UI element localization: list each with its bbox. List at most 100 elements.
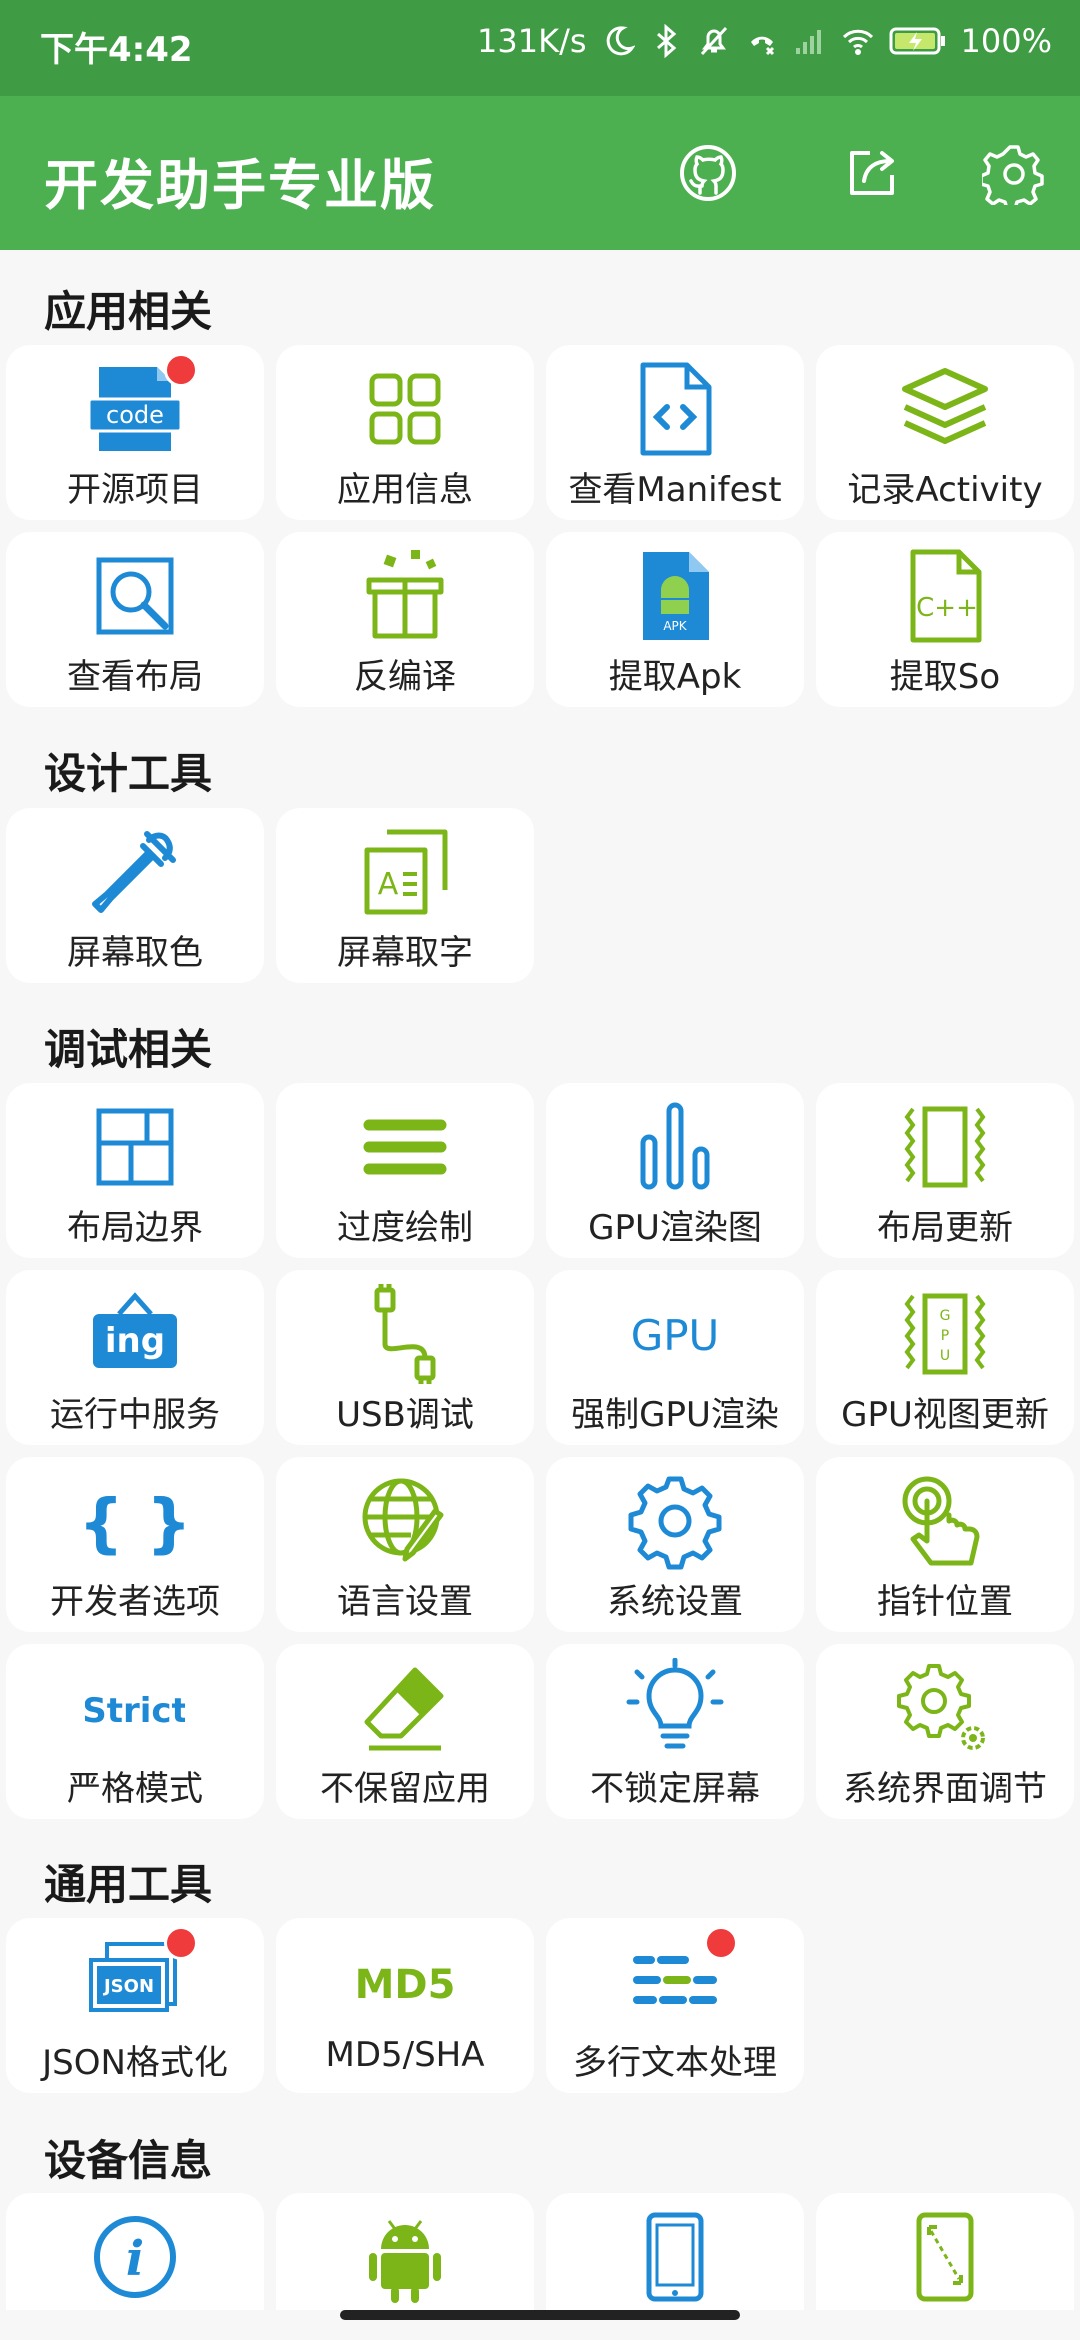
section-title-app: 应用相关	[44, 287, 213, 336]
tile-extract-apk[interactable]: APK 提取Apk	[546, 532, 804, 707]
bar-graph-icon	[640, 1102, 710, 1190]
tile-label: USB调试	[336, 1395, 474, 1435]
tile-label: 不保留应用	[320, 1769, 490, 1809]
home-indicator[interactable]	[340, 2310, 740, 2320]
tile-app-info[interactable]: 应用信息	[276, 345, 534, 520]
gpu-text-icon: GPU	[631, 1311, 720, 1360]
tile-stay-awake[interactable]: 不锁定屏幕	[546, 1644, 804, 1819]
tile-overdraw[interactable]: 过度绘制	[276, 1083, 534, 1258]
tile-screen-info[interactable]	[816, 2193, 1074, 2310]
tile-view-manifest[interactable]: 查看Manifest	[546, 345, 804, 520]
tile-text-capture[interactable]: A 屏幕取字	[276, 808, 534, 983]
tile-device-info[interactable]: i	[6, 2193, 264, 2310]
json-text: JSON	[102, 1976, 154, 1997]
tile-label: 记录Activity	[847, 470, 1043, 510]
tile-color-picker[interactable]: 屏幕取色	[6, 808, 264, 983]
svg-text:U: U	[940, 1348, 950, 1364]
tile-label: 屏幕取色	[67, 933, 203, 973]
svg-text:P: P	[941, 1328, 949, 1344]
md5-text-icon: MD5	[355, 1962, 455, 2008]
tile-multiline-text[interactable]: 多行文本处理	[546, 1918, 804, 2093]
bell-off-icon	[700, 26, 727, 56]
box-icon	[366, 550, 444, 639]
tile-label: 系统界面调节	[843, 1769, 1047, 1809]
gpu-update-icon: GPU	[904, 1293, 986, 1375]
section-title-device: 设备信息	[44, 2136, 213, 2185]
tile-layout-update[interactable]: 布局更新	[816, 1083, 1074, 1258]
tile-strict-mode[interactable]: Strict 严格模式	[6, 1644, 264, 1819]
tile-label: 提取So	[889, 657, 1001, 697]
tile-label: 语言设置	[337, 1582, 473, 1622]
tile-label: 不锁定屏幕	[590, 1769, 760, 1809]
tile-label: JSON格式化	[42, 2043, 228, 2083]
tile-label: 开发者选项	[50, 1582, 220, 1622]
svg-text:A: A	[378, 867, 399, 902]
braces-text: { }	[85, 1487, 185, 1561]
ing-sign-icon: ing	[93, 1292, 177, 1368]
tile-label: 强制GPU渲染	[571, 1395, 779, 1435]
tile-label: MD5/SHA	[325, 2035, 485, 2075]
tile-json-format[interactable]: JSON JSON格式化	[6, 1918, 264, 2093]
network-speed: 131K/s	[477, 22, 587, 60]
tile-usb-debug[interactable]: USB调试	[276, 1270, 534, 1445]
tile-developer-options[interactable]: { } 开发者选项	[6, 1457, 264, 1632]
tile-system-ui-tuner[interactable]: 系统界面调节	[816, 1644, 1074, 1819]
bluetooth-icon	[656, 24, 676, 58]
tile-label: 查看Manifest	[568, 470, 782, 510]
phone-icon	[646, 2212, 704, 2302]
tile-gpu-render-graph[interactable]: GPU渲染图	[546, 1083, 804, 1258]
notification-dot	[164, 1926, 198, 1960]
tile-label: 过度绘制	[337, 1208, 473, 1248]
bulb-icon	[626, 1658, 724, 1749]
tile-record-activity[interactable]: 记录Activity	[816, 345, 1074, 520]
tile-dont-keep-apps[interactable]: 不保留应用	[276, 1644, 534, 1819]
tile-layout-bounds[interactable]: 布局边界	[6, 1083, 264, 1258]
battery-level: 100%	[960, 22, 1052, 60]
svg-text:i: i	[126, 2231, 144, 2287]
gears-icon	[897, 1664, 985, 1750]
share-icon[interactable]	[840, 141, 904, 205]
wifi-icon	[842, 29, 873, 55]
tile-system-settings[interactable]: 系统设置	[546, 1457, 804, 1632]
tile-force-gpu[interactable]: GPU 强制GPU渲染	[546, 1270, 804, 1445]
globe-pen-icon	[362, 1478, 444, 1562]
strict-text-icon: Strict	[85, 1691, 185, 1731]
tile-view-layout[interactable]: 查看布局	[6, 532, 264, 707]
tile-label: 指针位置	[877, 1582, 1013, 1622]
layout-bounds-icon	[96, 1108, 174, 1186]
tile-running-services[interactable]: ing 运行中服务	[6, 1270, 264, 1445]
text-capture-icon: A	[364, 829, 448, 915]
md5-text: MD5	[355, 1962, 455, 2008]
tile-label: 严格模式	[67, 1769, 203, 1809]
apk-icon: APK	[643, 552, 709, 640]
tile-md5-sha[interactable]: MD5 MD5/SHA	[276, 1918, 534, 2093]
gear-icon[interactable]	[982, 141, 1046, 205]
tile-android-info[interactable]	[276, 2193, 534, 2310]
svg-text:code: code	[106, 401, 164, 429]
section-title-debug: 调试相关	[44, 1025, 213, 1074]
tile-label: 应用信息	[337, 470, 473, 510]
tile-phone-info[interactable]	[546, 2193, 804, 2310]
status-time: 下午4:42	[40, 30, 193, 70]
tile-gpu-view-update[interactable]: GPU GPU视图更新	[816, 1270, 1074, 1445]
tile-extract-so[interactable]: C++ 提取So	[816, 532, 1074, 707]
tile-label: 查看布局	[67, 657, 203, 697]
tile-pointer-location[interactable]: 指针位置	[816, 1457, 1074, 1632]
tile-open-source[interactable]: code 开源项目	[6, 345, 264, 520]
tile-decompile[interactable]: 反编译	[276, 532, 534, 707]
tile-label: 屏幕取字	[337, 933, 473, 973]
strict-text: Strict	[85, 1691, 185, 1731]
svg-text:APK: APK	[663, 619, 687, 633]
ing-text: ing	[105, 1321, 165, 1361]
call-icon	[750, 36, 774, 56]
github-icon[interactable]	[676, 141, 740, 205]
tile-label: 系统设置	[607, 1582, 743, 1622]
file-code-icon	[640, 362, 712, 456]
layout-search-icon	[96, 557, 174, 635]
status-icons: 131K/s 100%	[477, 22, 1052, 60]
eraser-icon	[364, 1667, 444, 1751]
app-bar: 开发助手专业版	[0, 96, 1080, 250]
tile-label: GPU视图更新	[841, 1395, 1049, 1435]
settings-gear-icon	[628, 1476, 722, 1570]
tile-language[interactable]: 语言设置	[276, 1457, 534, 1632]
